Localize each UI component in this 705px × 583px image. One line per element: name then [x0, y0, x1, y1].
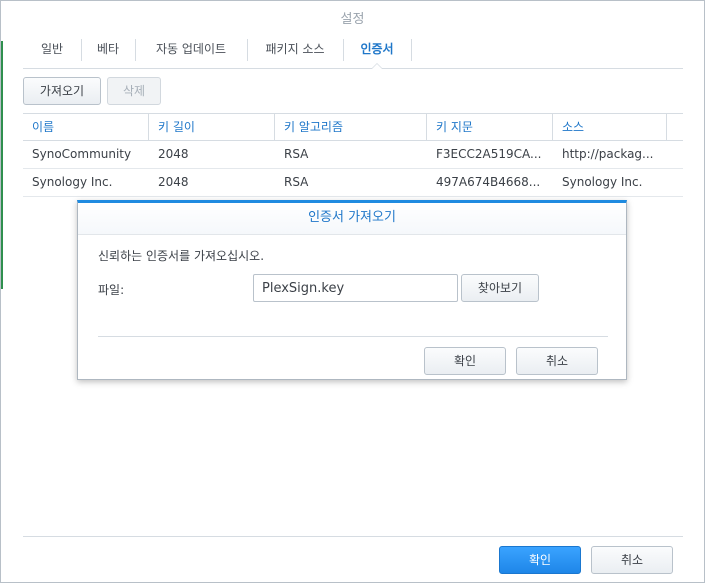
column-header-key-length[interactable]: 키 길이 — [149, 114, 275, 140]
column-header-key-algorithm[interactable]: 키 알고리즘 — [275, 114, 427, 140]
cell-key-length: 2048 — [158, 175, 189, 189]
footer-cancel-button[interactable]: 취소 — [591, 546, 673, 574]
left-edge-accent — [1, 41, 3, 289]
dialog-title: 인증서 가져오기 — [78, 203, 626, 235]
table-row[interactable]: Synology Inc. 2048 RSA 497A674B4668... S… — [23, 169, 683, 197]
column-header-name[interactable]: 이름 — [23, 114, 149, 140]
table-header: 이름 키 길이 키 알고리즘 키 지문 소스 — [23, 113, 683, 141]
tab-certificate[interactable]: 인증서 — [343, 35, 411, 69]
tab-package-sources[interactable]: 패키지 소스 — [247, 35, 343, 68]
tab-certificate-label: 인증서 — [360, 42, 394, 56]
window-title: 설정 — [340, 12, 365, 27]
active-tab-caret-icon — [371, 63, 383, 69]
import-certificate-dialog: 인증서 가져오기 신뢰하는 인증서를 가져오십시오. 파일: 찾아보기 확인 취… — [77, 200, 627, 380]
cell-source: http://packag... — [562, 147, 654, 161]
tab-separator — [411, 39, 412, 61]
column-header-source[interactable]: 소스 — [553, 114, 667, 140]
table-row[interactable]: SynoCommunity 2048 RSA F3ECC2A519CA... h… — [23, 141, 683, 169]
tab-bar: 일반 베타 자동 업데이트 패키지 소스 인증서 — [23, 35, 683, 69]
column-header-fingerprint[interactable]: 키 지문 — [427, 114, 553, 140]
delete-button[interactable]: 삭제 — [107, 77, 161, 105]
file-input[interactable] — [253, 274, 458, 302]
cell-key-length: 2048 — [158, 147, 189, 161]
cell-fingerprint: F3ECC2A519CA... — [436, 147, 542, 161]
dialog-description: 신뢰하는 인증서를 가져오십시오. — [98, 249, 265, 263]
tab-beta[interactable]: 베타 — [81, 35, 135, 68]
cell-source: Synology Inc. — [562, 175, 643, 189]
tab-auto-update[interactable]: 자동 업데이트 — [135, 35, 247, 68]
tab-general[interactable]: 일반 — [23, 35, 81, 68]
cell-name: SynoCommunity — [32, 147, 132, 161]
import-button[interactable]: 가져오기 — [23, 77, 101, 105]
file-label: 파일: — [98, 283, 125, 297]
dialog-ok-button[interactable]: 확인 — [424, 347, 506, 375]
cell-key-algorithm: RSA — [284, 175, 309, 189]
certificate-table: 이름 키 길이 키 알고리즘 키 지문 소스 SynoCommunity 204… — [23, 113, 683, 197]
dialog-cancel-button[interactable]: 취소 — [516, 347, 598, 375]
cell-key-algorithm: RSA — [284, 147, 309, 161]
footer-ok-button[interactable]: 확인 — [499, 546, 581, 574]
dialog-divider — [98, 336, 608, 337]
cell-name: Synology Inc. — [32, 175, 113, 189]
cell-fingerprint: 497A674B4668... — [436, 175, 541, 189]
browse-button[interactable]: 찾아보기 — [461, 274, 539, 302]
footer-divider — [23, 536, 683, 537]
